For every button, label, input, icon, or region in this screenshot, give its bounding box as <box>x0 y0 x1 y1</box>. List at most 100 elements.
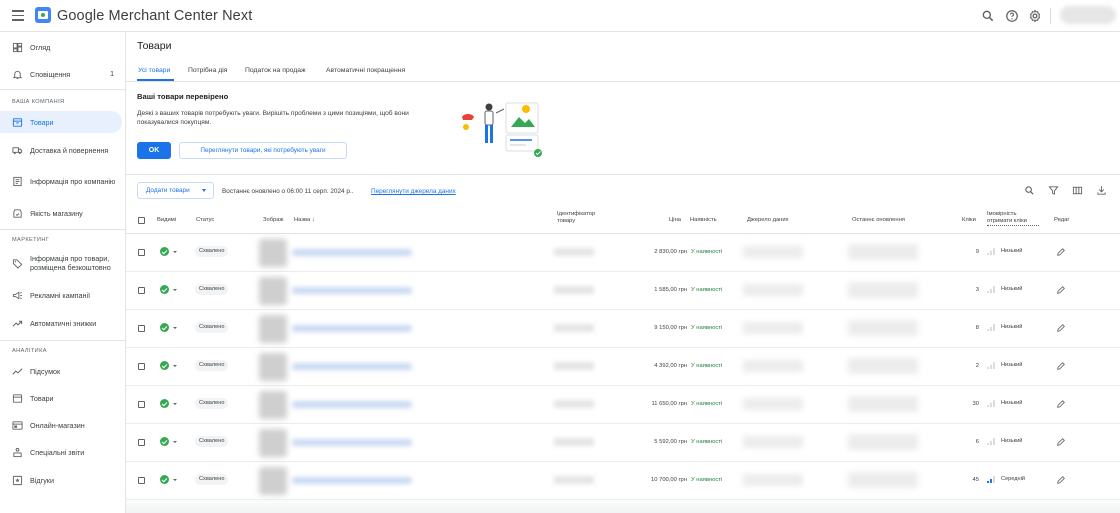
click-probability: Низький <box>1001 248 1023 254</box>
help-icon[interactable] <box>1005 9 1019 23</box>
trend-icon <box>12 320 23 327</box>
sidebar-item-label: Сповіщення <box>30 69 71 79</box>
sidebar-item-products-report[interactable]: Товари <box>0 391 122 405</box>
search-icon[interactable] <box>981 9 995 23</box>
chevron-down-icon[interactable] <box>173 327 177 329</box>
row-checkbox[interactable] <box>138 249 145 256</box>
sidebar-item-reviews[interactable]: Відгуки <box>0 473 122 487</box>
filter-icon[interactable] <box>1048 185 1059 196</box>
product-image <box>259 315 287 343</box>
column-header-last-updated[interactable]: Останнє оновлення <box>852 217 905 224</box>
tab-all-products[interactable]: Усі товари <box>138 67 170 74</box>
sidebar-item-overview[interactable]: Огляд <box>0 40 122 54</box>
tab-sales-tax[interactable]: Податок на продаж <box>245 67 306 74</box>
row-checkbox[interactable] <box>138 439 145 446</box>
column-header-visibility[interactable]: Видимі <box>157 217 176 224</box>
sidebar-item-label: Рекламні кампанії <box>30 290 91 300</box>
chevron-down-icon[interactable] <box>173 479 177 481</box>
column-header-price[interactable]: Ціна <box>669 217 681 224</box>
table-row[interactable]: Схвалено 1 585,00 грн У наявності 3 Низь… <box>126 272 1120 310</box>
chevron-down-icon[interactable] <box>173 403 177 405</box>
pencil-icon[interactable] <box>1056 323 1066 333</box>
sidebar-item-label: Автоматичні знижки <box>30 318 97 328</box>
sidebar-item-notifications[interactable]: Сповіщення 1 <box>0 67 122 81</box>
pencil-icon[interactable] <box>1056 285 1066 295</box>
sidebar-item-label: Товари <box>30 117 54 127</box>
product-name-redacted[interactable] <box>292 401 412 408</box>
chevron-down-icon[interactable] <box>173 289 177 291</box>
signal-bars-icon <box>987 438 997 445</box>
row-checkbox[interactable] <box>138 325 145 332</box>
column-header-id[interactable]: Ідентифікатор товару <box>557 211 607 225</box>
view-data-sources-link[interactable]: Переглянути джерела даних <box>371 188 456 195</box>
columns-icon[interactable] <box>1072 185 1083 196</box>
table-row[interactable]: Схвалено 11 650,00 грн У наявності 30 Ни… <box>126 386 1120 424</box>
app-title: Google Merchant Center Next <box>57 8 253 24</box>
column-header-data-source[interactable]: Джерело даних <box>747 217 789 224</box>
sidebar-divider <box>0 340 125 341</box>
add-products-button[interactable]: Додати товари <box>137 182 214 199</box>
tab-auto-improvements[interactable]: Автоматичні покращення <box>326 67 405 74</box>
table-row[interactable]: Схвалено 9 150,00 грн У наявності 8 Низь… <box>126 310 1120 348</box>
column-header-click-probability[interactable]: Імовірність отримати кліки <box>987 211 1039 226</box>
product-name-redacted[interactable] <box>292 439 412 446</box>
review-products-button[interactable]: Переглянути товари, які потребують уваги <box>179 142 347 159</box>
search-icon[interactable] <box>1024 185 1035 196</box>
select-all-checkbox[interactable] <box>138 217 145 224</box>
pencil-icon[interactable] <box>1056 247 1066 257</box>
table-row[interactable]: Схвалено 2 830,00 грн У наявності 9 Низь… <box>126 234 1120 272</box>
column-header-status[interactable]: Статус <box>196 217 214 224</box>
pencil-icon[interactable] <box>1056 437 1066 447</box>
tab-action-needed[interactable]: Потрібна дія <box>188 67 227 74</box>
section-heading-analytics: АНАЛІТИКА <box>12 348 47 354</box>
pencil-icon[interactable] <box>1056 399 1066 409</box>
last-updated-redacted <box>848 396 918 412</box>
sidebar-item-auto-discounts[interactable]: Автоматичні знижки <box>0 316 122 330</box>
page-title: Товари <box>137 40 172 52</box>
product-name-redacted[interactable] <box>292 363 412 370</box>
row-checkbox[interactable] <box>138 363 145 370</box>
pencil-icon[interactable] <box>1056 361 1066 371</box>
chevron-down-icon[interactable] <box>173 441 177 443</box>
download-icon[interactable] <box>1096 185 1107 196</box>
data-source-redacted <box>743 360 803 372</box>
table-row[interactable]: Схвалено 5 592,00 грн У наявності 6 Низь… <box>126 424 1120 462</box>
product-name-redacted[interactable] <box>292 477 412 484</box>
column-header-name[interactable]: Назва ↓ <box>294 217 315 224</box>
chevron-down-icon[interactable] <box>173 365 177 367</box>
visible-check-icon <box>160 323 169 332</box>
table-row[interactable]: Схвалено 4 392,00 грн У наявності 2 Низь… <box>126 348 1120 386</box>
chevron-down-icon[interactable] <box>173 251 177 253</box>
sidebar-item-ad-campaigns[interactable]: Рекламні кампанії <box>0 288 122 302</box>
row-checkbox[interactable] <box>138 287 145 294</box>
products-report-icon <box>12 393 23 403</box>
sidebar-item-free-listings[interactable]: Інформація про товари, розміщена безкошт… <box>0 252 122 274</box>
product-name-redacted[interactable] <box>292 325 412 332</box>
product-name-redacted[interactable] <box>292 287 412 294</box>
product-name-redacted[interactable] <box>292 249 412 256</box>
product-price: 4 392,00 грн <box>654 363 687 369</box>
sidebar-item-products[interactable]: Товари <box>0 111 122 133</box>
gear-icon[interactable] <box>1028 9 1042 23</box>
sidebar-item-shipping[interactable]: Доставка й повернення <box>0 143 122 157</box>
custom-reports-icon <box>13 447 22 457</box>
column-header-availability[interactable]: Наявність <box>690 217 717 224</box>
product-price: 9 150,00 грн <box>654 325 687 331</box>
ok-button[interactable]: OK <box>137 142 171 159</box>
sidebar-item-online-store[interactable]: Онлайн-магазин <box>0 418 122 432</box>
sidebar-item-store-quality[interactable]: Якість магазину <box>0 206 122 220</box>
pencil-icon[interactable] <box>1056 475 1066 485</box>
main-content: Товари Усі товари Потрібна дія Податок н… <box>126 32 1120 513</box>
visible-check-icon <box>160 361 169 370</box>
product-id-redacted <box>554 248 594 256</box>
product-id-redacted <box>554 324 594 332</box>
menu-icon[interactable] <box>12 10 24 21</box>
sidebar-item-custom-reports[interactable]: Спеціальні звіти <box>0 445 122 459</box>
row-checkbox[interactable] <box>138 477 145 484</box>
account-avatar[interactable] <box>1060 6 1116 24</box>
last-updated-redacted <box>848 282 918 298</box>
column-header-clicks[interactable]: Кліки <box>962 217 976 224</box>
sidebar-item-summary[interactable]: Підсумок <box>0 364 122 378</box>
row-checkbox[interactable] <box>138 401 145 408</box>
sidebar-item-business-info[interactable]: Інформація про компанію <box>0 170 122 192</box>
